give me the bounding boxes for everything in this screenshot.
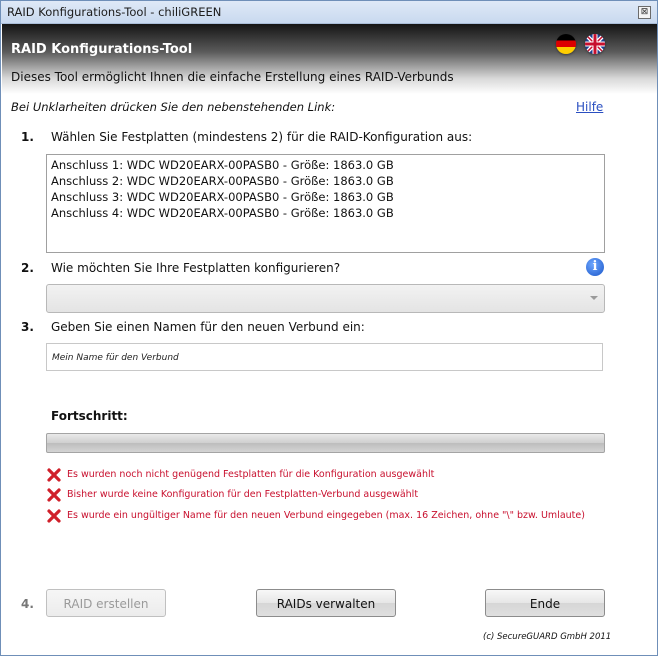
error-x-icon [47,509,61,523]
german-flag-icon[interactable] [556,34,576,54]
array-name-input[interactable]: Mein Name für den Verbund [46,343,603,371]
step-1-number: 1. [21,130,34,144]
disk-list-item[interactable]: Anschluss 3: WDC WD20EARX-00PASB0 - Größ… [47,189,604,205]
step-3-label: Geben Sie einen Namen für den neuen Verb… [51,320,365,334]
progress-bar [46,433,605,453]
page-title: RAID Konfigurations-Tool [11,42,193,57]
copyright: (c) SecureGUARD GmbH 2011 [483,632,612,642]
page-subtitle: Dieses Tool ermöglicht Ihnen die einfach… [11,70,454,84]
step-2-label: Wie möchten Sie Ihre Festplatten konfigu… [51,261,341,275]
help-link[interactable]: Hilfe [576,100,603,114]
chevron-down-icon[interactable] [590,296,598,300]
manage-raids-button[interactable]: RAIDs verwalten [256,589,396,617]
error-x-icon [47,468,61,482]
create-raid-button[interactable]: RAID erstellen [46,589,166,617]
uk-flag-icon[interactable] [585,34,605,54]
disk-list-item[interactable]: Anschluss 4: WDC WD20EARX-00PASB0 - Größ… [47,205,604,221]
error-text: Bisher wurde keine Konfiguration für den… [67,489,419,500]
disk-list-item[interactable]: Anschluss 2: WDC WD20EARX-00PASB0 - Größ… [47,173,604,189]
step-1-label: Wählen Sie Festplatten (mindestens 2) fü… [51,130,473,144]
step-4-number: 4. [21,597,34,611]
error-text: Es wurden noch nicht genügend Festplatte… [67,469,435,480]
title-bar[interactable]: RAID Konfigurations-Tool - chiliGREEN ⊠ [1,1,657,24]
step-3-number: 3. [21,320,34,334]
window-title: RAID Konfigurations-Tool - chiliGREEN [7,5,222,19]
disk-list-item[interactable]: Anschluss 1: WDC WD20EARX-00PASB0 - Größ… [47,157,604,173]
help-hint: Bei Unklarheiten drücken Sie den nebenst… [11,100,336,114]
progress-label: Fortschritt: [51,409,128,423]
exit-button[interactable]: Ende [485,589,605,617]
error-text: Es wurde ein ungültiger Name für den neu… [67,510,585,521]
config-select[interactable] [46,284,605,313]
info-icon[interactable]: i [586,258,604,276]
step-2-number: 2. [21,261,34,275]
error-x-icon [47,488,61,502]
close-icon[interactable]: ⊠ [638,6,651,19]
disk-listbox[interactable]: Anschluss 1: WDC WD20EARX-00PASB0 - Größ… [46,154,605,253]
